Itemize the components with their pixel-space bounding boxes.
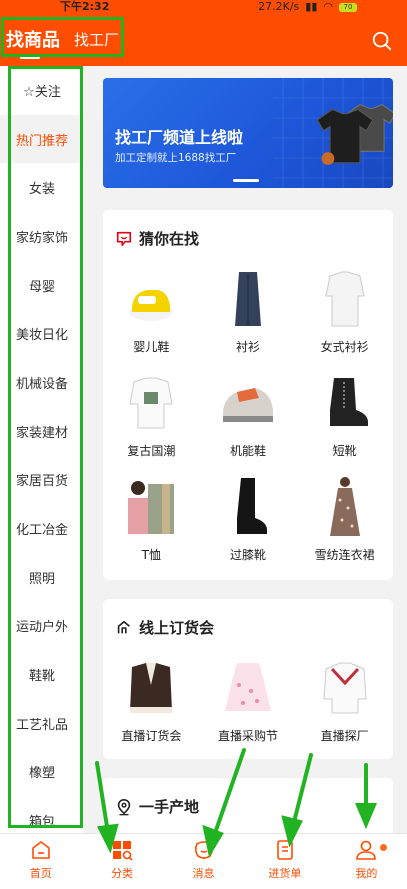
- network-speed: 27.2K/s: [258, 0, 300, 13]
- product-thumbnail: [323, 662, 367, 714]
- sidebar-item[interactable]: 工艺礼品: [0, 699, 84, 748]
- product-item[interactable]: 婴儿鞋: [103, 262, 200, 366]
- sidebar-item[interactable]: 箱包: [0, 796, 84, 833]
- product-thumbnail: [129, 377, 173, 429]
- product-label: 婴儿鞋: [133, 340, 170, 354]
- product-thumbnail: [236, 478, 267, 534]
- product-label: 复古国潮: [127, 444, 176, 458]
- nav-home[interactable]: 首页: [0, 834, 81, 889]
- order-fair-title: 线上订货会: [139, 619, 215, 637]
- search-icon[interactable]: [371, 30, 393, 52]
- product-thumbnail: [329, 477, 360, 536]
- heart-chat-icon: [116, 231, 132, 246]
- banner-pagination: [233, 179, 259, 182]
- sidebar-item[interactable]: 母婴: [0, 261, 84, 310]
- fair-icon: [117, 620, 130, 633]
- nav-profile-label: 我的: [355, 867, 378, 880]
- product-item[interactable]: 直播订货会: [103, 651, 200, 755]
- origin-card: 一手产地: [103, 778, 393, 833]
- nav-category-label: 分类: [111, 867, 134, 880]
- bottom-navigation: 首页 分类 消息 进货单 我的: [0, 833, 407, 889]
- status-indicators: 27.2K/s ▮▮ ◠ 70: [258, 0, 357, 14]
- product-label: 直播采购节: [217, 729, 278, 743]
- product-label: 短靴: [332, 444, 357, 458]
- product-label: 机能鞋: [229, 444, 266, 458]
- nav-category[interactable]: 分类: [81, 834, 162, 889]
- product-thumbnail: [222, 388, 273, 422]
- guess-you-want-card: 猜你在找 婴儿鞋 衬衫 女式衬衫复古国潮 机能鞋 短靴 T恤 过膝靴 雪纺连衣裙: [103, 210, 393, 580]
- product-item[interactable]: 直播探厂: [296, 651, 393, 755]
- product-label: 衬衫: [235, 340, 260, 354]
- wifi-icon: ◠: [323, 0, 333, 13]
- product-thumbnail: [224, 663, 271, 711]
- order-fair-grid: 直播订货会 直播采购节 直播探厂: [103, 651, 393, 755]
- home-icon: [31, 841, 50, 859]
- product-label: 直播订货会: [121, 729, 182, 743]
- sidebar-item[interactable]: 美妆日化: [0, 309, 84, 358]
- sidebar-item[interactable]: 化工冶金: [0, 504, 84, 553]
- product-item[interactable]: 雪纺连衣裙: [296, 470, 393, 574]
- factory-channel-banner[interactable]: 找工厂频道上线啦 加工定制就上1688找工厂: [103, 78, 393, 188]
- annotation-box-tabs: [1, 17, 124, 57]
- signal-icon: ▮▮: [305, 0, 318, 13]
- guess-title: 猜你在找: [139, 230, 200, 248]
- sidebar-item[interactable]: 家居百货: [0, 456, 84, 505]
- product-thumbnail: [234, 272, 261, 326]
- product-item[interactable]: 复古国潮: [103, 366, 200, 470]
- sidebar-item[interactable]: ☆关注: [0, 66, 84, 115]
- product-label: 女式衬衫: [320, 340, 369, 354]
- origin-title: 一手产地: [139, 798, 200, 816]
- sidebar-item[interactable]: 运动户外: [0, 602, 84, 651]
- product-item[interactable]: T恤: [103, 470, 200, 574]
- sidebar-item[interactable]: 家纺家饰: [0, 212, 84, 261]
- nav-profile[interactable]: 我的: [326, 834, 407, 889]
- product-thumbnail: [129, 290, 174, 321]
- notification-dot: [380, 844, 388, 851]
- main-content: 找工厂频道上线啦 加工定制就上1688找工厂 猜你在找 婴儿鞋 衬衫 女式衬衫复古国…: [84, 66, 407, 833]
- product-item[interactable]: 短靴: [296, 366, 393, 470]
- sidebar-item[interactable]: 鞋靴: [0, 650, 84, 699]
- product-item[interactable]: 机能鞋: [200, 366, 297, 470]
- product-thumbnail: [329, 378, 368, 426]
- order-list-icon: [277, 840, 293, 860]
- product-item[interactable]: 过膝靴: [200, 470, 297, 574]
- sidebar-item[interactable]: 机械设备: [0, 358, 84, 407]
- origin-header: 一手产地: [115, 796, 199, 817]
- product-thumbnail: [128, 481, 175, 534]
- status-time: 下午2:32: [60, 0, 110, 13]
- sidebar-item[interactable]: 热门推荐: [0, 114, 84, 164]
- order-fair-header: 线上订货会: [115, 617, 214, 638]
- nav-order-list[interactable]: 进货单: [244, 834, 325, 889]
- product-thumbnail: [325, 271, 365, 327]
- product-label: 过膝靴: [229, 548, 266, 562]
- sidebar-item[interactable]: 家装建材: [0, 407, 84, 456]
- status-bar: 下午2:32 27.2K/s ▮▮ ◠ 70: [0, 0, 407, 14]
- profile-icon: [356, 840, 377, 860]
- sidebar-item[interactable]: 橡塑: [0, 748, 84, 797]
- product-item[interactable]: 衬衫: [200, 262, 297, 366]
- product-label: 雪纺连衣裙: [314, 548, 375, 562]
- tshirt-icon: [316, 108, 374, 165]
- nav-order-list-label: 进货单: [268, 867, 302, 880]
- sidebar-item[interactable]: 女装: [0, 163, 84, 212]
- battery-icon: 70: [339, 2, 357, 12]
- message-icon: [194, 841, 213, 859]
- category-sidebar: ☆关注 热门推荐 女装 家纺家饰 母婴 美妆日化 机械设备 家装建材 家居百货 化工冶金 照明 运动户…: [0, 66, 84, 833]
- sidebar-item[interactable]: 照明: [0, 553, 84, 602]
- nav-home-label: 首页: [29, 867, 52, 880]
- guess-grid: 婴儿鞋 衬衫 女式衬衫复古国潮 机能鞋 短靴 T恤 过膝靴 雪纺连衣裙: [103, 262, 393, 574]
- guess-header: 猜你在找: [115, 228, 199, 249]
- banner-title: 找工厂频道上线啦: [115, 128, 244, 147]
- location-pin-icon: [117, 798, 131, 815]
- product-item[interactable]: 直播采购节: [200, 651, 297, 755]
- product-item[interactable]: 女式衬衫: [296, 262, 393, 366]
- online-order-fair-card: 线上订货会 直播订货会 直播采购节 直播探厂: [103, 599, 393, 759]
- product-label: 直播探厂: [320, 729, 369, 743]
- banner-subtitle: 加工定制就上1688找工厂: [115, 152, 237, 164]
- category-icon: [113, 841, 133, 861]
- product-thumbnail: [130, 663, 173, 713]
- nav-message-label: 消息: [192, 867, 215, 880]
- product-label: T恤: [141, 548, 161, 562]
- nav-message[interactable]: 消息: [163, 834, 244, 889]
